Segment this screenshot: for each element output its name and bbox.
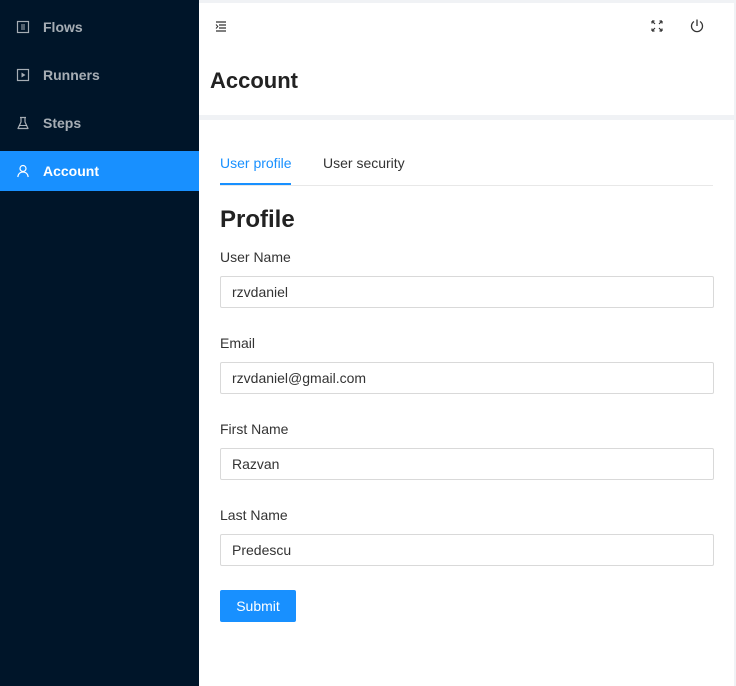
fullscreen-button[interactable]	[650, 19, 664, 33]
first-name-input[interactable]	[220, 448, 714, 480]
sidebar-item-account[interactable]: Account	[0, 151, 199, 191]
sidebar-item-label: Flows	[43, 19, 83, 35]
page-title: Account	[210, 68, 298, 93]
fullscreen-icon	[651, 20, 663, 32]
sidebar-item-label: Account	[43, 163, 99, 179]
user-icon	[17, 164, 29, 178]
sidebar-item-label: Steps	[43, 115, 82, 131]
page-header: Account	[199, 51, 734, 115]
user-name-input[interactable]	[220, 276, 714, 308]
flows-icon	[16, 20, 30, 34]
last-name-label: Last Name	[220, 507, 288, 523]
app-root: Flows Runners Steps Account Account User…	[0, 0, 736, 686]
email-input[interactable]	[220, 362, 714, 394]
last-name-input[interactable]	[220, 534, 714, 566]
tab-bar: User profile User security	[220, 120, 713, 186]
menu-fold-button[interactable]	[214, 19, 228, 33]
top-header	[199, 3, 734, 51]
user-name-label: User Name	[220, 249, 291, 265]
submit-button[interactable]: Submit	[220, 590, 296, 622]
logout-button[interactable]	[689, 18, 705, 34]
sidebar-item-flows[interactable]: Flows	[0, 7, 199, 47]
power-icon	[690, 19, 704, 33]
email-label: Email	[220, 335, 256, 351]
content-card: User profile User security Profile User …	[199, 120, 734, 686]
play-square-icon	[16, 68, 30, 82]
tab-user-profile[interactable]: User profile	[220, 154, 292, 172]
sidebar-item-steps[interactable]: Steps	[0, 103, 199, 143]
sidebar-item-label: Runners	[43, 67, 100, 83]
tab-user-security[interactable]: User security	[323, 154, 405, 172]
first-name-label: First Name	[220, 421, 289, 437]
section-title: Profile	[220, 206, 295, 233]
active-tab-indicator	[220, 183, 291, 185]
menu-fold-icon	[215, 21, 226, 32]
flask-icon	[17, 116, 29, 130]
sidebar-item-runners[interactable]: Runners	[0, 55, 199, 95]
sidebar: Flows Runners Steps Account	[0, 0, 199, 686]
